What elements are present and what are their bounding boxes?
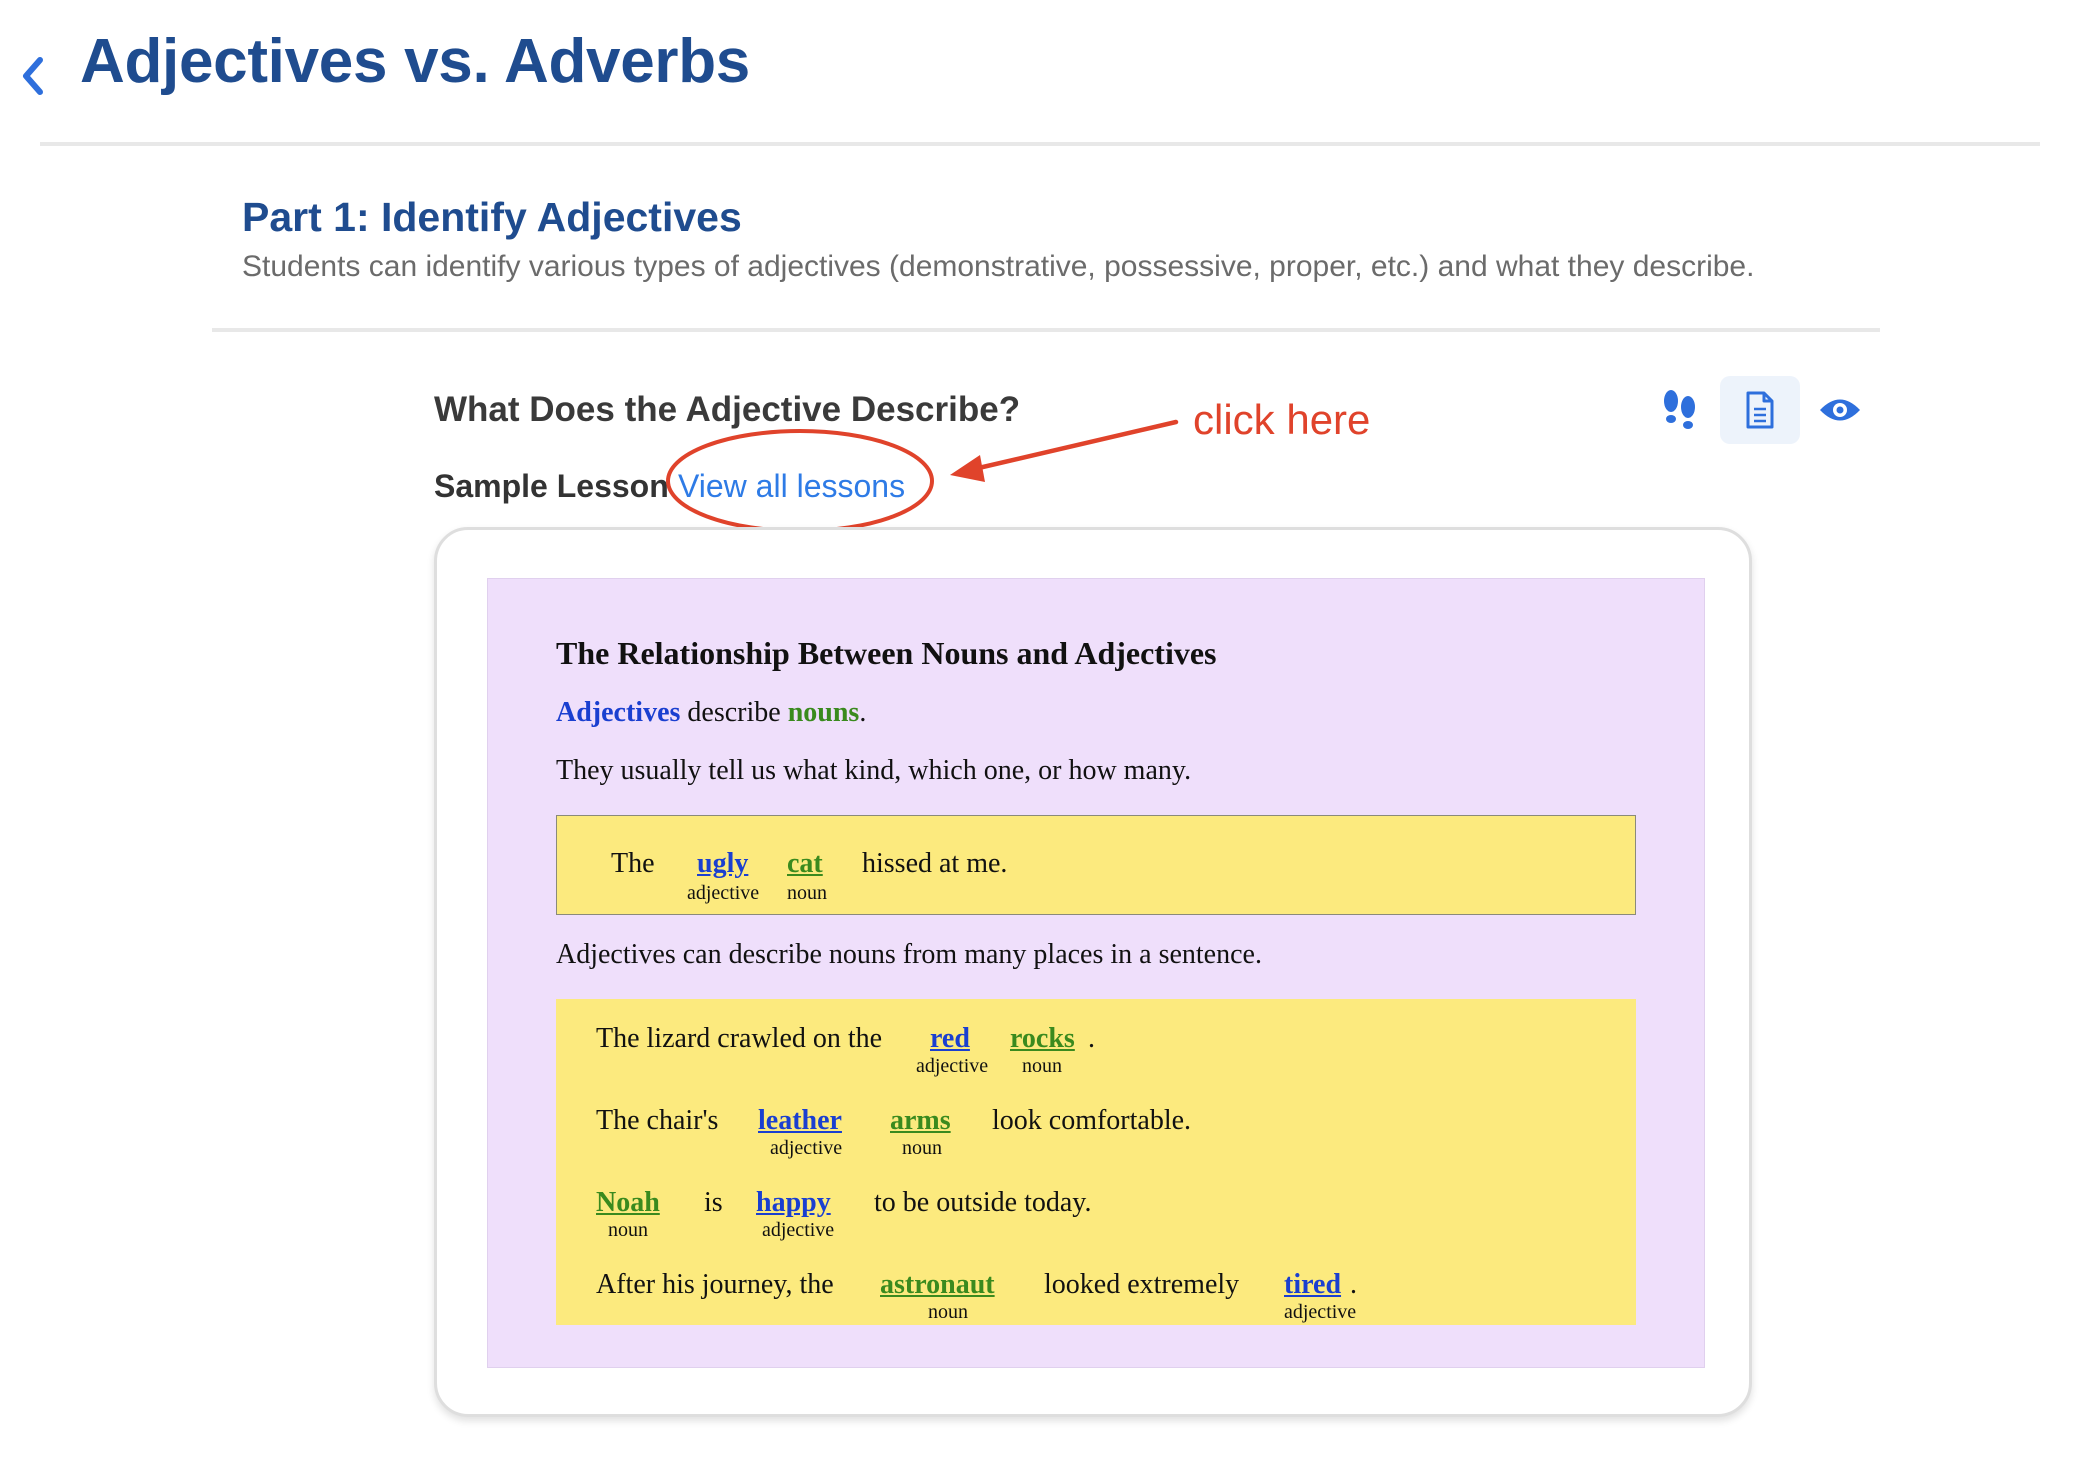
places-line: Adjectives can describe nouns from many … bbox=[556, 939, 1262, 970]
intro-adjectives-word: Adjectives bbox=[556, 697, 681, 728]
view-all-lessons-link[interactable]: View all lessons bbox=[678, 468, 905, 505]
part-description: Students can identify various types of a… bbox=[242, 250, 1755, 283]
document-button[interactable] bbox=[1720, 376, 1800, 444]
intro-period: . bbox=[859, 697, 867, 728]
s4-noun-word: astronaut bbox=[880, 1269, 995, 1300]
s3-noun-label: noun bbox=[608, 1219, 648, 1241]
example-adjective-label: adjective bbox=[687, 882, 760, 904]
lesson-heading: What Does the Adjective Describe? bbox=[434, 390, 1021, 429]
s1-start: The lizard crawled on the bbox=[596, 1023, 883, 1054]
s4-adjective-word: tired bbox=[1284, 1269, 1342, 1300]
usage-line: They usually tell us what kind, which on… bbox=[556, 755, 1192, 786]
s1-adjective-label: adjective bbox=[916, 1055, 989, 1077]
header-divider bbox=[40, 142, 2040, 146]
s2-noun-word: arms bbox=[890, 1105, 951, 1136]
document-icon bbox=[1746, 391, 1774, 429]
intro-describe-text: describe bbox=[680, 697, 788, 728]
s2-adjective-word: leather bbox=[758, 1105, 842, 1136]
s2-end: look comfortable. bbox=[992, 1105, 1192, 1136]
panel-title: The Relationship Between Nouns and Adjec… bbox=[556, 635, 1217, 671]
steps-button[interactable] bbox=[1640, 376, 1720, 444]
example-noun-word: cat bbox=[787, 848, 823, 879]
eye-icon bbox=[1820, 399, 1860, 421]
example-the: The bbox=[611, 848, 655, 879]
s1-noun-label: noun bbox=[1022, 1055, 1062, 1077]
s1-adjective-word: red bbox=[930, 1023, 970, 1054]
sample-lesson-label: Sample Lesson bbox=[434, 468, 669, 504]
page-title: Adjectives vs. Adverbs bbox=[80, 27, 750, 96]
s3-mid: is bbox=[704, 1187, 723, 1218]
example-adjective-word: ugly bbox=[697, 848, 749, 879]
examples-box: The lizard crawled on the red adjective … bbox=[556, 999, 1636, 1325]
intro-nouns-word: nouns bbox=[787, 697, 860, 728]
annotation-text: click here bbox=[1193, 396, 1371, 443]
part-title: Part 1: Identify Adjectives bbox=[242, 194, 742, 240]
intro-line: Adjectives describe nouns. bbox=[556, 697, 866, 729]
s3-end: to be outside today. bbox=[874, 1187, 1092, 1218]
preview-button[interactable] bbox=[1800, 376, 1880, 444]
s4-end: . bbox=[1350, 1269, 1357, 1300]
s3-noun-word: Noah bbox=[596, 1187, 660, 1218]
s4-mid: looked extremely bbox=[1044, 1269, 1240, 1300]
s1-noun-word: rocks bbox=[1010, 1023, 1075, 1054]
s3-adjective-label: adjective bbox=[762, 1219, 835, 1241]
s2-noun-label: noun bbox=[902, 1137, 942, 1159]
example-rest: hissed at me. bbox=[862, 848, 1008, 879]
s3-adjective-word: happy bbox=[756, 1187, 831, 1218]
example-box: The ugly adjective cat noun hissed at me… bbox=[556, 815, 1636, 915]
back-chevron-icon[interactable] bbox=[18, 52, 48, 100]
s4-noun-label: noun bbox=[928, 1301, 968, 1323]
example-noun-label: noun bbox=[787, 882, 827, 904]
s4-start: After his journey, the bbox=[596, 1269, 834, 1300]
s4-adjective-label: adjective bbox=[1284, 1301, 1357, 1323]
part-divider bbox=[212, 328, 1880, 332]
s2-adjective-label: adjective bbox=[770, 1137, 843, 1159]
lesson-content-panel: The Relationship Between Nouns and Adjec… bbox=[487, 578, 1705, 1368]
s1-end: . bbox=[1088, 1023, 1095, 1054]
steps-icon bbox=[1664, 390, 1695, 429]
s2-start: The chair's bbox=[596, 1105, 719, 1136]
